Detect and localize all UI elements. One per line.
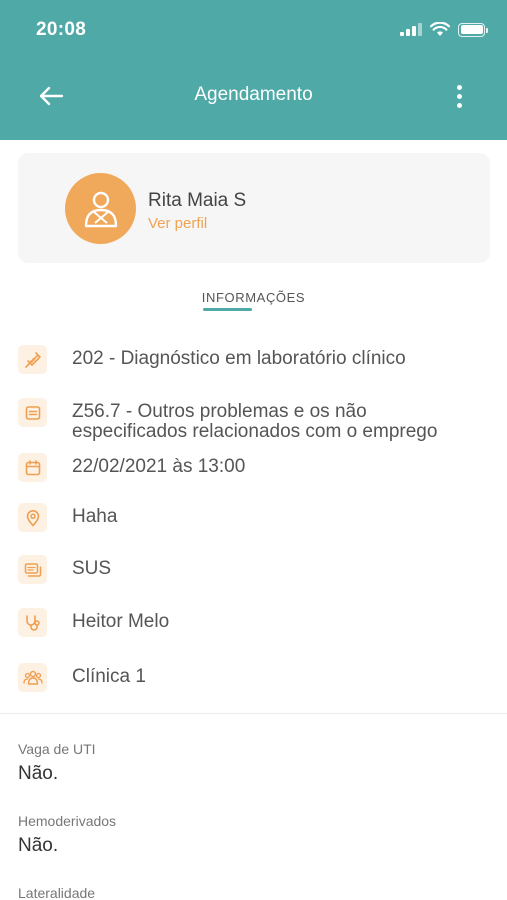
info-row-procedure: 202 - Diagnóstico em laboratório clínico bbox=[18, 345, 498, 374]
view-profile-link[interactable]: Ver perfil bbox=[148, 215, 207, 232]
document-icon bbox=[18, 398, 47, 427]
cellular-signal-icon bbox=[400, 23, 422, 36]
info-procedure: 202 - Diagnóstico em laboratório clínico bbox=[72, 348, 406, 369]
calendar-icon bbox=[18, 453, 47, 482]
wifi-icon bbox=[430, 22, 450, 36]
field-label-hemoderivados: Hemoderivados bbox=[18, 813, 117, 829]
battery-icon bbox=[458, 22, 488, 37]
info-row-date: 22/02/2021 às 13:00 bbox=[18, 453, 498, 482]
user-icon bbox=[84, 191, 117, 227]
tab-active-indicator bbox=[203, 308, 252, 311]
location-pin-icon bbox=[18, 503, 47, 532]
info-insurance: SUS bbox=[72, 558, 112, 579]
group-icon bbox=[18, 663, 47, 692]
field-label-lateralidade: Lateralidade bbox=[18, 885, 96, 900]
info-clinic: Clínica 1 bbox=[72, 666, 146, 687]
status-icons bbox=[400, 22, 488, 37]
section-divider bbox=[0, 713, 507, 714]
stethoscope-icon bbox=[18, 608, 47, 637]
info-row-doctor: Heitor Melo bbox=[18, 608, 498, 637]
field-label-uti: Vaga de UTI bbox=[18, 741, 96, 757]
app-header: 20:08 Agendamento bbox=[0, 0, 507, 140]
field-value-uti: Não. bbox=[18, 763, 59, 784]
status-time: 20:08 bbox=[36, 19, 87, 40]
info-row-cid: Z56.7 - Outros problemas e os não especi… bbox=[18, 398, 498, 442]
cards-icon bbox=[18, 555, 47, 584]
profile-name: Rita Maia S bbox=[148, 190, 247, 211]
info-doctor: Heitor Melo bbox=[72, 611, 170, 632]
info-row-clinic: Clínica 1 bbox=[18, 663, 498, 692]
info-row-location: Haha bbox=[18, 503, 498, 532]
info-row-insurance: SUS bbox=[18, 555, 498, 584]
avatar bbox=[65, 173, 136, 244]
tab-informacoes[interactable]: INFORMAÇÕES bbox=[0, 290, 507, 305]
more-options-button[interactable] bbox=[449, 81, 469, 111]
page-title: Agendamento bbox=[194, 84, 313, 105]
profile-card: Rita Maia S Ver perfil bbox=[18, 153, 490, 263]
field-value-hemoderivados: Não. bbox=[18, 835, 59, 856]
info-cid: Z56.7 - Outros problemas e os não especi… bbox=[72, 401, 438, 442]
info-datetime: 22/02/2021 às 13:00 bbox=[72, 456, 246, 477]
info-location: Haha bbox=[72, 506, 118, 527]
syringe-icon bbox=[18, 345, 47, 374]
